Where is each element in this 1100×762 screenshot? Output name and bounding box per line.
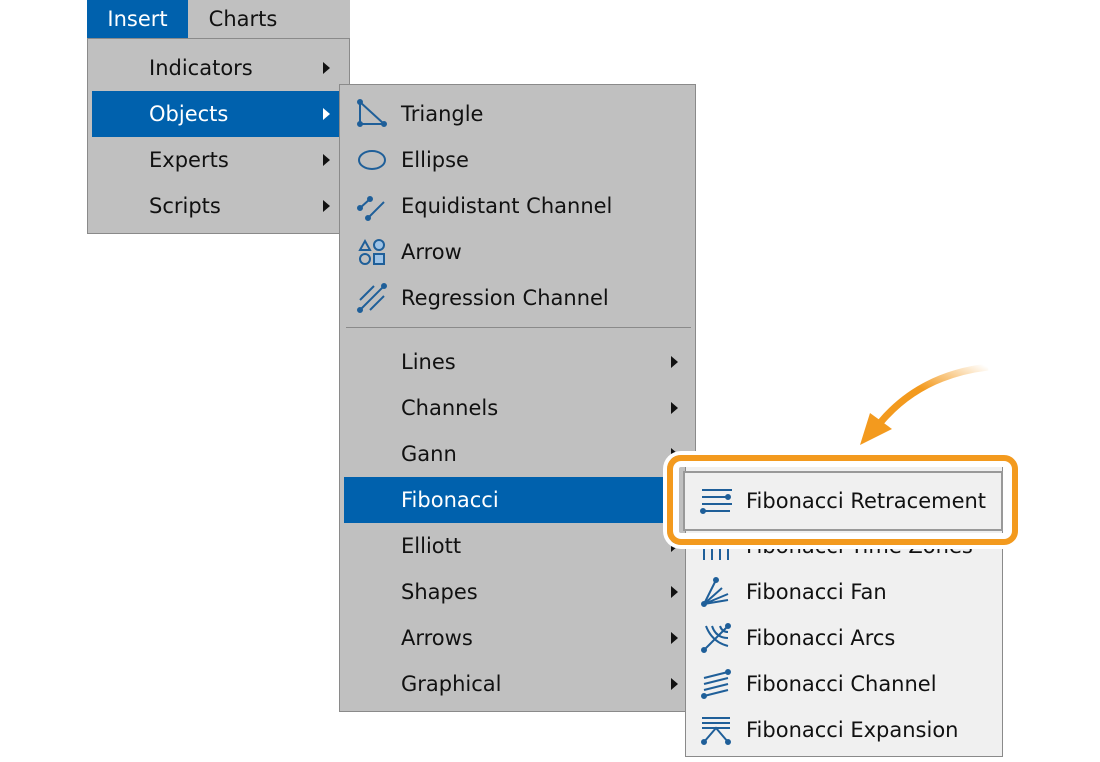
regression-channel-icon: [356, 282, 388, 314]
label: Scripts: [149, 194, 221, 218]
label: Fibonacci Fan: [746, 580, 887, 604]
menu-item-fibonacci-channel[interactable]: Fibonacci Channel: [690, 661, 996, 707]
menu-item-scripts[interactable]: Scripts: [92, 183, 340, 229]
label: Arrows: [401, 626, 473, 650]
insert-menu: Indicators Objects Experts Scripts: [87, 38, 350, 234]
menu-item-arrows[interactable]: Arrows: [344, 615, 678, 661]
submenu-arrow-icon: [323, 108, 330, 120]
label: Triangle: [401, 102, 484, 126]
menu-item-graphical[interactable]: Graphical: [344, 661, 678, 707]
label: Fibonacci Arcs: [746, 626, 896, 650]
menu-item-arrow[interactable]: Arrow: [344, 229, 664, 275]
fibonacci-retracement-icon: [700, 485, 732, 517]
submenu-arrow-icon: [671, 632, 678, 644]
submenu-arrow-icon: [671, 356, 678, 368]
menu-item-objects[interactable]: Objects: [92, 91, 340, 137]
menu-item-ellipse[interactable]: Ellipse: [344, 137, 664, 183]
ellipse-icon: [356, 144, 388, 176]
menu-item-experts[interactable]: Experts: [92, 137, 340, 183]
menu-charts[interactable]: Charts: [188, 0, 298, 38]
label: Fibonacci Retracement: [746, 489, 987, 513]
label: Gann: [401, 442, 457, 466]
menu-separator: [346, 327, 691, 328]
submenu-arrow-icon: [323, 62, 330, 74]
label: Fibonacci: [401, 488, 499, 512]
menu-item-fibonacci-expansion[interactable]: Fibonacci Expansion: [690, 707, 996, 753]
menu-item-elliott[interactable]: Elliott: [344, 523, 678, 569]
menu-item-fibonacci-retracement[interactable]: Fibonacci Retracement: [683, 471, 1003, 531]
fibonacci-fan-icon: [700, 576, 732, 608]
menu-item-regression-channel[interactable]: Regression Channel: [344, 275, 664, 321]
label: Experts: [149, 148, 229, 172]
label: Channels: [401, 396, 499, 420]
menu-item-triangle[interactable]: Triangle: [344, 91, 664, 137]
menu-item-indicators[interactable]: Indicators: [92, 45, 340, 91]
label: Indicators: [149, 56, 253, 80]
menu-item-fibonacci-fan[interactable]: Fibonacci Fan: [690, 569, 996, 615]
label: Ellipse: [401, 148, 469, 172]
label: Fibonacci Channel: [746, 672, 937, 696]
menu-item-lines[interactable]: Lines: [344, 339, 678, 385]
menu-item-fibonacci-arcs[interactable]: Fibonacci Arcs: [690, 615, 996, 661]
submenu-arrow-icon: [671, 402, 678, 414]
label: Regression Channel: [401, 286, 609, 310]
menu-item-gann[interactable]: Gann: [344, 431, 678, 477]
label: Fibonacci Expansion: [746, 718, 959, 742]
submenu-arrow-icon: [323, 154, 330, 166]
submenu-arrow-icon: [323, 200, 330, 212]
label: Equidistant Channel: [401, 194, 613, 218]
label: Objects: [149, 102, 229, 126]
label: Graphical: [401, 672, 502, 696]
menu-bar: Insert Charts: [87, 0, 350, 38]
menu-item-fibonacci[interactable]: Fibonacci: [344, 477, 678, 523]
submenu-arrow-icon: [671, 586, 678, 598]
objects-menu: Triangle Ellipse Equidistant Channel Arrow R…: [339, 84, 696, 712]
submenu-arrow-icon: [671, 678, 678, 690]
callout-arrow-icon: [860, 363, 989, 445]
fibonacci-expansion-icon: [700, 714, 732, 746]
triangle-icon: [356, 98, 388, 130]
menu-insert[interactable]: Insert: [87, 0, 188, 38]
menu-item-channels[interactable]: Channels: [344, 385, 678, 431]
arrow-shapes-icon: [356, 236, 388, 268]
label: Elliott: [401, 534, 462, 558]
equidistant-channel-icon: [356, 190, 388, 222]
label: Lines: [401, 350, 456, 374]
menu-item-equidistant-channel[interactable]: Equidistant Channel: [344, 183, 664, 229]
label: Arrow: [401, 240, 462, 264]
fibonacci-arcs-icon: [700, 622, 732, 654]
menu-item-shapes[interactable]: Shapes: [344, 569, 678, 615]
label: Shapes: [401, 580, 478, 604]
fibonacci-channel-icon: [700, 668, 732, 700]
